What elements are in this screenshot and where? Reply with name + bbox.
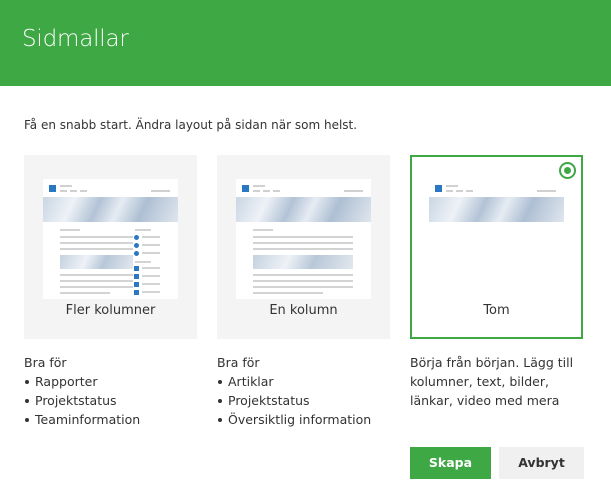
description-heading: Bra för	[24, 355, 67, 370]
site-logo-icon	[435, 185, 442, 192]
feature-list: Rapporter Projektstatus Teaminformation	[24, 372, 199, 429]
list-item: Översiktlig information	[217, 410, 392, 429]
site-logo-icon	[49, 185, 56, 192]
list-item: Teaminformation	[24, 410, 199, 429]
template-description-multi-column: Bra för Rapporter Projektstatus Teaminfo…	[24, 353, 199, 429]
template-description-single-column: Bra för Artiklar Projektstatus Översiktl…	[217, 353, 392, 429]
dialog-subtitle: Få en snabb start. Ändra layout på sidan…	[24, 118, 358, 132]
template-thumbnail-multi-column	[43, 179, 178, 299]
template-label: Tom	[483, 303, 510, 318]
site-logo-icon	[242, 185, 249, 192]
list-item: Rapporter	[24, 372, 199, 391]
hero-image	[429, 197, 564, 222]
template-thumbnail-blank	[429, 179, 564, 299]
list-item: Artiklar	[217, 372, 392, 391]
create-button[interactable]: Skapa	[410, 447, 491, 479]
dialog-header: Sidmallar	[0, 0, 611, 86]
description-heading: Bra för	[217, 355, 260, 370]
content-image	[60, 255, 133, 269]
template-label: En kolumn	[269, 303, 338, 318]
template-thumbnail-single-column	[236, 179, 371, 299]
hero-image	[43, 197, 178, 222]
list-item: Projektstatus	[24, 391, 199, 410]
content-image	[253, 255, 353, 269]
template-card-single-column[interactable]: En kolumn	[217, 155, 390, 339]
template-card-blank[interactable]: Tom	[410, 155, 583, 339]
cancel-button[interactable]: Avbryt	[499, 447, 584, 479]
template-card-multi-column[interactable]: Fler kolumner	[24, 155, 197, 339]
list-item: Projektstatus	[217, 391, 392, 410]
hero-image	[236, 197, 371, 222]
selected-radio-icon[interactable]	[559, 162, 576, 179]
dialog-title: Sidmallar	[22, 26, 129, 52]
template-label: Fler kolumner	[65, 303, 156, 318]
template-description-blank: Börja från början. Lägg till kolumner, t…	[410, 355, 574, 408]
feature-list: Artiklar Projektstatus Översiktlig infor…	[217, 372, 392, 429]
